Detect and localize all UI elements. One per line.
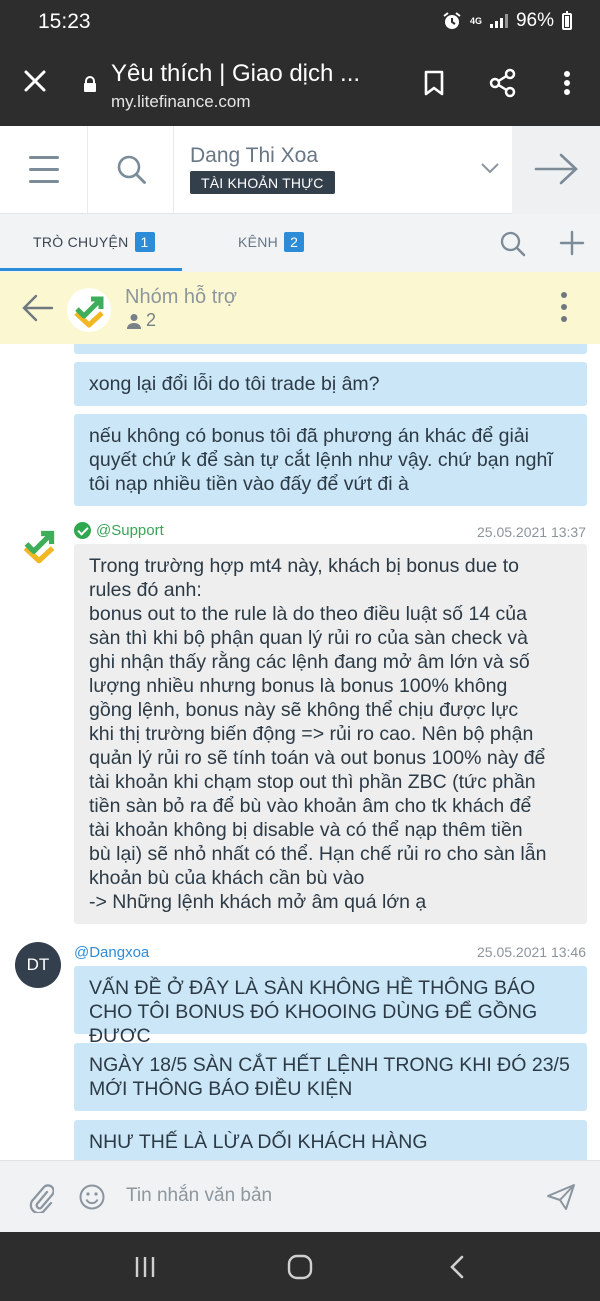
message-author[interactable]: @Dangxoa [74, 944, 149, 961]
support-avatar [16, 522, 62, 568]
network-type: 4G [469, 15, 482, 26]
tab-channel-count: 2 [284, 232, 305, 252]
system-navigation-bar [0, 1232, 600, 1301]
message-line: lượng nhiều nhưng bonus là bonus 100% kh… [89, 675, 508, 697]
chevron-down-icon[interactable] [478, 158, 502, 178]
tab-chat[interactable]: TRÒ CHUYỆN 1 [33, 232, 155, 252]
close-icon[interactable] [20, 66, 50, 96]
status-time: 15:23 [38, 10, 91, 33]
tab-chat-count: 1 [134, 232, 155, 252]
active-tab-indicator [0, 268, 182, 271]
message-line: sàn thì khi bộ phận quan lý rủi ro của s… [89, 627, 529, 649]
forward-button[interactable] [512, 126, 600, 214]
message-line: tài khoản khi chạm stop out thì phần ZBC… [89, 771, 536, 793]
bookmark-icon[interactable] [419, 68, 449, 98]
message-line: tài khoản không bị disable và có thể nạp… [89, 819, 523, 841]
message-bubble: nếu không có bonus tôi đã phương án khác… [74, 414, 587, 506]
message-timestamp: 25.05.2021 13:37 [477, 524, 586, 540]
verified-check-icon [74, 522, 91, 539]
home-icon[interactable] [287, 1254, 313, 1280]
header-search-button[interactable] [88, 126, 174, 214]
alarm-icon [443, 12, 461, 29]
page-title[interactable]: Yêu thích | Giao dịch ... [111, 60, 360, 88]
group-avatar [67, 288, 111, 332]
emoji-icon[interactable] [79, 1184, 105, 1210]
lock-icon [84, 76, 96, 92]
message-line: khi thị trường biến động => rủi ro cao. … [89, 723, 534, 745]
page-url[interactable]: my.litefinance.com [111, 92, 251, 112]
tab-chat-label: TRÒ CHUYỆN [33, 234, 129, 250]
tab-channel[interactable]: KÊNH 2 [238, 232, 305, 252]
message-line: rules đó anh: [89, 579, 202, 601]
search-icon [117, 155, 146, 184]
back-arrow-icon[interactable] [22, 294, 54, 322]
status-bar: 15:23 4G 96% [0, 0, 600, 44]
message-line: tiền sàn bỏ ra để bù vào khoản âm cho tk… [89, 795, 532, 817]
battery-icon [562, 10, 572, 30]
message-line: Trong trường hợp mt4 này, khách bị bonus… [89, 555, 519, 577]
message-line: bonus out to the rule là do theo điều lu… [89, 603, 527, 625]
chat-messages: xong lại đổi lỗi do tôi trade bị âm? nếu… [0, 344, 600, 1160]
message-bubble: NHƯ THẾ LÀ LỪA DỐI KHÁCH HÀNG [74, 1120, 587, 1160]
message-line: quản lý rủi ro sẽ tính toán và out bonus… [89, 747, 546, 769]
person-icon [127, 313, 141, 329]
group-name[interactable]: Nhóm hỗ trợ [125, 286, 237, 309]
message-line: ghi nhận thấy rằng các lệnh đang mở âm l… [89, 651, 530, 673]
tab-channel-label: KÊNH [238, 234, 279, 250]
account-name[interactable]: Dang Thi Xoa [190, 144, 318, 168]
chat-group-header: Nhóm hỗ trợ 2 [0, 272, 600, 344]
account-type-badge: TÀI KHOẢN THỰC [190, 171, 335, 194]
group-members-count: 2 [146, 310, 157, 330]
litefinance-logo-icon [23, 530, 55, 564]
message-bubble: VẤN ĐỀ Ở ĐÂY LÀ SÀN KHÔNG HỀ THÔNG BÁO C… [74, 966, 587, 1047]
back-icon[interactable] [445, 1254, 471, 1280]
status-indicators: 4G 96% [442, 10, 572, 32]
group-more-icon[interactable] [556, 292, 572, 326]
browser-toolbar: Yêu thích | Giao dịch ... my.litefinance… [0, 44, 600, 126]
message-line: gồng lệnh, bonus này sẽ không thể chịu đ… [89, 699, 519, 721]
message-author-name: @Support [96, 522, 164, 539]
litefinance-logo-icon [74, 296, 104, 328]
message-bubble: xong lại đổi lỗi do tôi trade bị âm? [74, 362, 587, 406]
user-avatar: DT [15, 942, 61, 988]
paperclip-icon[interactable] [28, 1183, 54, 1213]
recent-apps-icon[interactable] [132, 1254, 158, 1280]
message-author[interactable]: @Support [74, 522, 164, 539]
message-timestamp: 25.05.2021 13:46 [477, 944, 586, 960]
message-line: khoản bù của khách cần bù vào [89, 867, 365, 889]
message-bubble: Trong trường hợp mt4 này, khách bị bonus… [74, 544, 587, 924]
arrow-right-icon [534, 153, 578, 185]
message-line: bù lại) sẽ nhỏ nhất có thể. Hạn chế rủi … [89, 843, 547, 865]
search-icon[interactable] [499, 230, 527, 258]
message-composer: Tin nhắn văn bản [0, 1160, 600, 1232]
add-icon[interactable] [559, 230, 585, 256]
group-members: 2 [126, 310, 156, 331]
app-header: Dang Thi Xoa TÀI KHOẢN THỰC [0, 126, 600, 214]
more-vertical-icon[interactable] [552, 68, 582, 98]
menu-icon[interactable] [0, 126, 88, 214]
message-bubble: NGÀY 18/5 SÀN CẮT HẾT LỆNH TRONG KHI ĐÓ … [74, 1043, 587, 1111]
message-line: -> Những lệnh khách mở âm quá lớn ạ [89, 891, 427, 913]
send-icon[interactable] [546, 1183, 576, 1211]
battery-percent: 96% [515, 10, 554, 31]
signal-icon [489, 14, 508, 28]
share-icon[interactable] [488, 68, 518, 98]
message-input[interactable]: Tin nhắn văn bản [126, 1185, 272, 1207]
message-bubble [74, 344, 587, 354]
